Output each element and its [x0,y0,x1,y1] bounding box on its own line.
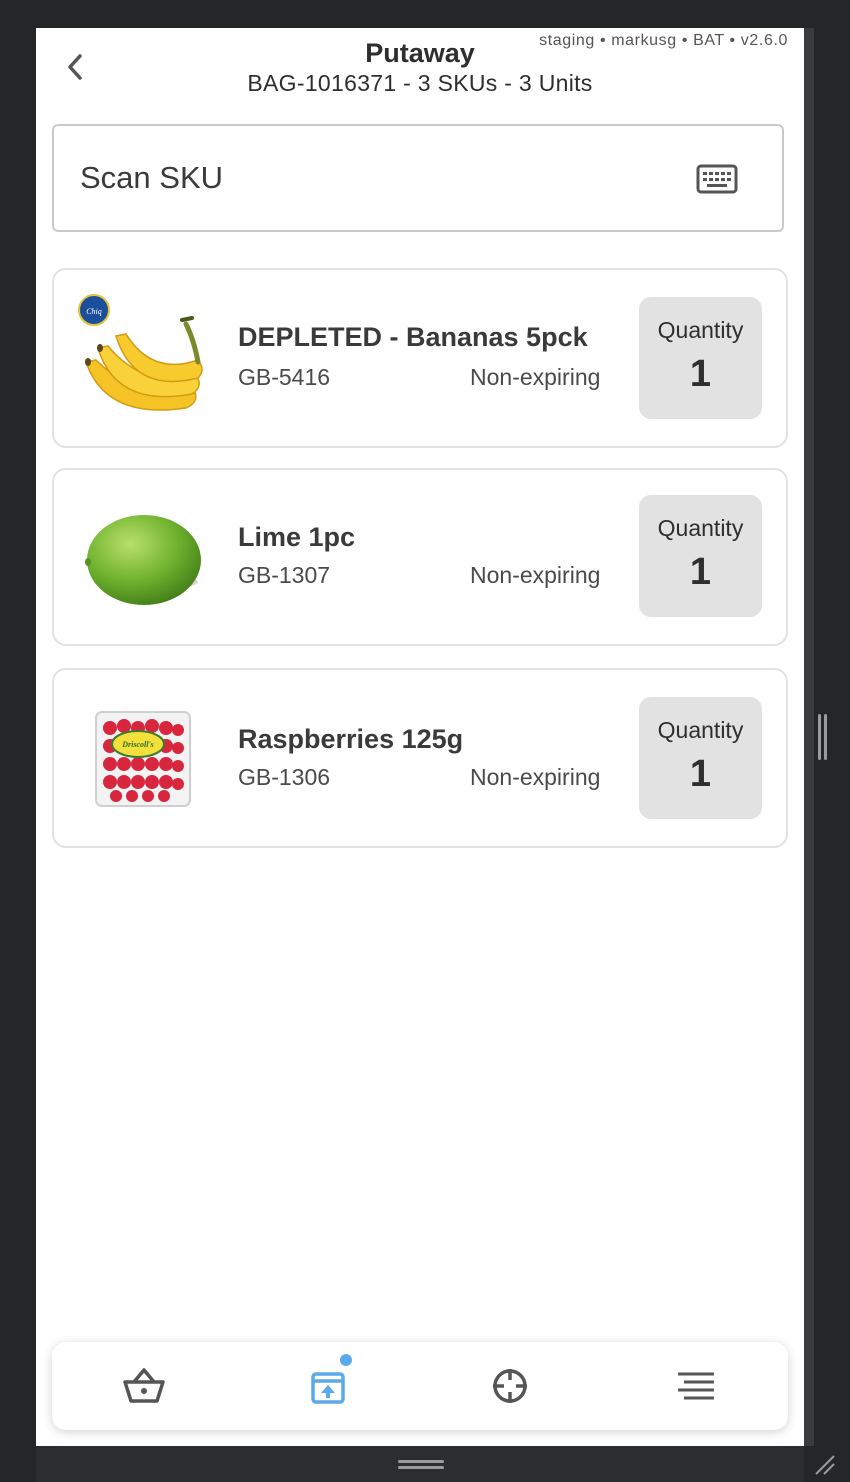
quantity-label: Quantity [657,317,744,343]
home-handle[interactable] [398,1460,444,1463]
nav-basket-button[interactable] [122,1364,166,1408]
environment-info: staging • markusg • BAT • v2.6.0 [539,32,788,49]
nav-locate-button[interactable] [488,1364,532,1408]
item-expiry: Non-expiring [470,364,601,390]
bananas-image: Chiq [78,294,203,411]
app-screen: Putaway BAG-1016371 - 3 SKUs - 3 Units s… [36,28,804,1446]
scan-sku-input[interactable]: Scan SKU [52,124,784,232]
menu-icon [678,1372,714,1400]
item-sku: GB-1306 [238,764,331,790]
quantity-label: Quantity [657,717,744,743]
item-expiry: Non-expiring [470,764,601,790]
putaway-item-card[interactable]: Driscoll's Raspberries 125g GB-1306 Non-… [52,668,788,848]
resize-corner-icon[interactable] [812,1452,836,1476]
basket-icon [123,1368,165,1403]
bottom-navigation [52,1342,788,1430]
device-frame-bottom [36,1446,804,1482]
nav-badge-dot [338,1352,354,1368]
nav-putaway-button[interactable] [306,1352,354,1408]
item-expiry: Non-expiring [470,562,601,588]
quantity-box[interactable]: Quantity 1 [639,495,762,617]
quantity-box[interactable]: Quantity 1 [639,697,762,819]
keyboard-icon[interactable] [696,164,738,194]
device-frame-top [0,0,850,28]
crosshair-icon [493,1369,527,1403]
quantity-label: Quantity [657,515,744,541]
putaway-item-card[interactable]: Chiq DEPLETED - Bananas 5pck GB-5416 Non… [52,268,788,448]
home-handle-2[interactable] [398,1466,444,1469]
device-frame-right [804,0,850,1482]
side-grip-handle-2[interactable] [824,714,827,760]
scan-sku-placeholder: Scan SKU [80,160,224,195]
quantity-value: 1 [689,551,712,593]
nav-menu-button[interactable] [674,1364,718,1408]
item-name: DEPLETED - Bananas 5pck [238,322,588,352]
bag-summary: BAG-1016371 - 3 SKUs - 3 Units [247,70,593,96]
chiquita-badge-icon: Chiq [78,294,110,326]
item-sku: GB-5416 [238,364,331,390]
item-sku: GB-1307 [238,562,331,588]
item-name: Raspberries 125g [238,724,464,754]
putaway-item-card[interactable]: Lime 1pc GB-1307 Non-expiring Quantity 1 [52,468,788,646]
svg-text:Chiq: Chiq [86,307,102,316]
raspberries-image: Driscoll's [95,711,191,807]
device-frame-left [0,0,36,1482]
quantity-value: 1 [689,753,712,795]
svg-text:Driscoll's: Driscoll's [121,740,154,749]
side-grip-handle[interactable] [818,714,821,760]
lime-image [85,515,201,605]
putaway-box-icon [311,1372,345,1404]
quantity-box[interactable]: Quantity 1 [639,297,762,419]
quantity-value: 1 [689,353,712,395]
item-name: Lime 1pc [238,522,356,552]
